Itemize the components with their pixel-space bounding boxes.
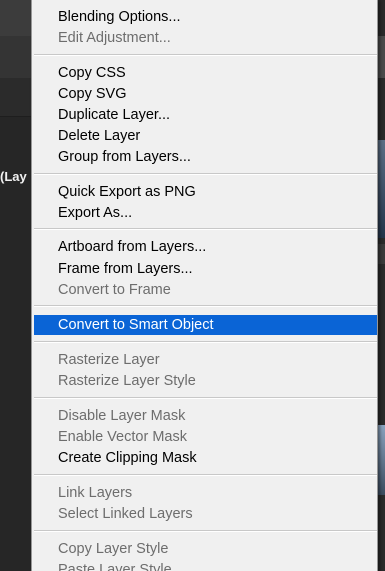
canvas-strip	[378, 36, 385, 78]
menu-separator	[34, 474, 377, 476]
menu-item-copy-layer-style: Copy Layer Style	[58, 541, 169, 557]
menu-separator	[34, 228, 377, 230]
menu-item-group-from-layers[interactable]: Group from Layers...	[34, 147, 377, 167]
menu-item-link-layers: Link Layers	[58, 485, 133, 501]
menu-item-export-as[interactable]: Export As...	[34, 203, 377, 223]
menu-separator	[34, 173, 377, 175]
menu-item-blending-options[interactable]: Blending Options...	[34, 7, 377, 27]
menu-item-copy-css[interactable]: Copy CSS	[34, 63, 377, 83]
canvas-image-fragment	[378, 425, 385, 495]
menu-item-disable-layer-mask: Disable Layer Mask	[58, 408, 186, 424]
document-tab-title[interactable]: (Lay	[0, 169, 27, 184]
canvas-strip	[378, 244, 385, 264]
menu-item-frame-from-layers[interactable]: Frame from Layers...	[34, 259, 377, 279]
menu-item-duplicate-layer[interactable]: Duplicate Layer...	[34, 105, 377, 125]
menu-separator	[34, 305, 377, 307]
menu-item-delete-layer[interactable]: Delete Layer	[34, 126, 377, 146]
menu-item-convert-to-frame: Convert to Frame	[58, 282, 171, 298]
menu-item-create-clipping-mask[interactable]: Create Clipping Mask	[34, 448, 377, 468]
photoshop-workspace: (Lay Blending Options... Edit Adjustment…	[0, 0, 385, 571]
menu-item-copy-svg[interactable]: Copy SVG	[34, 84, 377, 104]
menu-separator	[34, 54, 377, 56]
canvas-edge	[378, 0, 385, 571]
menu-separator	[34, 397, 377, 399]
canvas-image-fragment	[378, 140, 385, 238]
menu-item-paste-layer-style: Paste Layer Style	[58, 562, 172, 571]
menu-item-select-linked-layers: Select Linked Layers	[58, 506, 193, 522]
menu-separator	[34, 530, 377, 532]
menu-separator	[34, 341, 377, 343]
menu-item-rasterize-layer-style: Rasterize Layer Style	[58, 373, 196, 389]
menu-item-edit-adjustment: Edit Adjustment...	[58, 30, 171, 46]
menu-item-convert-to-smart-object[interactable]: Convert to Smart Object	[34, 315, 377, 335]
menu-item-rasterize-layer: Rasterize Layer	[58, 352, 160, 368]
menu-item-artboard-from-layers[interactable]: Artboard from Layers...	[34, 237, 377, 257]
menu-item-enable-vector-mask: Enable Vector Mask	[58, 429, 187, 445]
menu-item-quick-export-png[interactable]: Quick Export as PNG	[34, 182, 377, 202]
layer-context-menu: Blending Options... Edit Adjustment... C…	[31, 0, 378, 571]
